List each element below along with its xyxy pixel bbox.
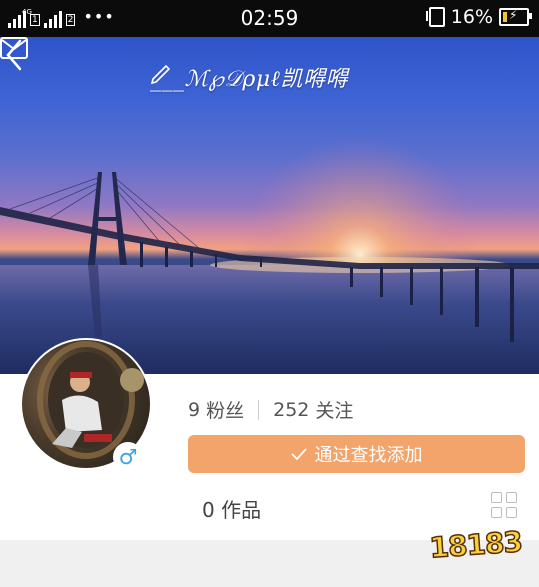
grid-view-icon[interactable]	[491, 492, 519, 520]
vibrate-icon	[425, 7, 445, 27]
add-via-search-label: 通过查找添加	[314, 445, 423, 466]
battery-fill	[503, 12, 507, 22]
followers-count[interactable]: 9	[188, 399, 200, 421]
works-count[interactable]: 0 作品	[202, 494, 261, 523]
cover-image: ___ℳ℘𝒟ρμℓ凯嘚嘚	[0, 37, 539, 374]
status-right: 16% ⚡	[425, 6, 532, 28]
followers-label[interactable]: 粉丝	[206, 396, 244, 423]
envelope-icon[interactable]	[0, 37, 28, 59]
profile-nickname: ___ℳ℘𝒟ρμℓ凯嘚嘚	[150, 67, 348, 92]
battery-icon: ⚡	[499, 8, 532, 26]
following-count[interactable]: 252	[273, 399, 309, 421]
status-bar: 4G 1 2 ••• 02:59 16% ⚡	[0, 0, 539, 37]
site-watermark-logo: 18183	[428, 524, 524, 565]
pencil-icon	[150, 64, 171, 85]
add-via-search-button[interactable]: 通过查找添加	[188, 435, 525, 473]
stats-divider	[258, 399, 260, 420]
following-label[interactable]: 关注	[315, 396, 353, 423]
follow-stats: 9 粉丝 252 关注	[188, 396, 353, 423]
profile-title: ___ℳ℘𝒟ρμℓ凯嘚嘚	[150, 61, 348, 93]
charging-icon: ⚡	[509, 8, 518, 22]
battery-percent: 16%	[450, 6, 493, 28]
male-gender-icon: ♂	[113, 442, 143, 472]
check-icon	[290, 448, 307, 461]
